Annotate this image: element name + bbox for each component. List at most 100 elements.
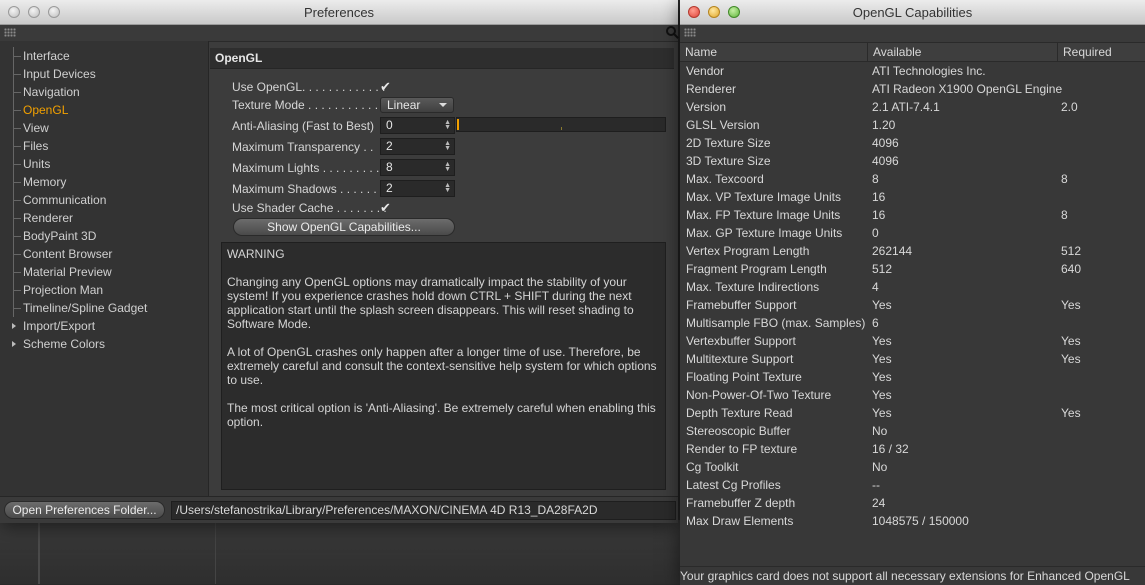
cell-name: Framebuffer Z depth (686, 496, 796, 510)
sidebar-item-communication[interactable]: Communication (0, 191, 208, 209)
prefs-path-field[interactable]: /Users/stefanostrika/Library/Preferences… (171, 501, 676, 520)
table-row: GLSL Version 1.20 (680, 116, 1145, 134)
table-row: Version 2.1 ATI-7.4.1 2.0 (680, 98, 1145, 116)
sidebar-item-view[interactable]: View (0, 119, 208, 137)
panel-heading: OpenGL (210, 48, 674, 69)
cell-required: Yes (1061, 334, 1081, 348)
expand-arrow-icon[interactable] (12, 341, 16, 347)
cell-available: No (872, 424, 888, 438)
cell-available: 4096 (872, 154, 899, 168)
sidebar-item-navigation[interactable]: Navigation (0, 83, 208, 101)
cell-available: Yes (872, 406, 892, 420)
cell-name: Floating Point Texture (686, 370, 802, 384)
max-transparency-field[interactable]: 2 ▲ ▼ (380, 138, 455, 155)
cell-available: 4 (872, 280, 879, 294)
anti-aliasing-field[interactable]: 0 ▲ ▼ (380, 117, 455, 134)
cell-available: 16 / 32 (872, 442, 909, 456)
cell-required: Yes (1061, 298, 1081, 312)
stepper-arrows-icon[interactable]: ▲ ▼ (444, 182, 451, 194)
viewport-grid-line (215, 520, 216, 584)
table-row: Max. VP Texture Image Units 16 (680, 188, 1145, 206)
use-opengl-checkbox[interactable]: ✔ (380, 79, 391, 95)
sidebar-item-units[interactable]: Units (0, 155, 208, 173)
cell-available: 8 (872, 172, 879, 186)
search-icon[interactable] (666, 26, 676, 36)
stepper-arrows-icon[interactable]: ▲ ▼ (444, 119, 451, 131)
cell-name: Depth Texture Read (686, 406, 793, 420)
texture-mode-value: Linear (387, 98, 421, 112)
cell-available: 262144 (872, 244, 913, 258)
sidebar-item-content-browser[interactable]: Content Browser (0, 245, 208, 263)
cell-name: Vertexbuffer Support (686, 334, 796, 348)
cell-name: 2D Texture Size (686, 136, 771, 150)
cell-name: Max. FP Texture Image Units (686, 208, 841, 222)
column-header-available[interactable]: Available (868, 43, 1058, 61)
open-prefs-folder-button[interactable]: Open Preferences Folder... (4, 501, 165, 519)
sidebar-item-projection-man[interactable]: Projection Man (0, 281, 208, 299)
max-lights-value: 8 (386, 160, 393, 174)
cell-available: Yes (872, 298, 892, 312)
capabilities-titlebar[interactable]: OpenGL Capabilities (680, 0, 1145, 25)
use-opengl-label: Use OpenGL. . . . . . . . . . . . . (232, 80, 386, 94)
cell-available: 1.20 (872, 118, 896, 132)
shader-cache-checkbox[interactable]: ✔ (380, 200, 391, 216)
preferences-titlebar[interactable]: Preferences (0, 0, 678, 25)
sidebar-item-renderer[interactable]: Renderer (0, 209, 208, 227)
cell-name: Max. GP Texture Image Units (686, 226, 843, 240)
warning-box: WARNING Changing any OpenGL options may … (221, 242, 666, 490)
table-row: Vertex Program Length 262144 512 (680, 242, 1145, 260)
anti-aliasing-label: Anti-Aliasing (Fast to Best) (232, 119, 375, 133)
slider-handle[interactable] (457, 119, 459, 130)
cell-available: 512 (872, 262, 893, 276)
table-row: Stereoscopic Buffer No (680, 422, 1145, 440)
max-lights-field[interactable]: 8 ▲ ▼ (380, 159, 455, 176)
sidebar-item-memory[interactable]: Memory (0, 173, 208, 191)
stepper-arrows-icon[interactable]: ▲ ▼ (444, 140, 451, 152)
table-row: Fragment Program Length 512 640 (680, 260, 1145, 278)
table-row: 2D Texture Size 4096 (680, 134, 1145, 152)
cell-name: 3D Texture Size (686, 154, 771, 168)
sidebar-item-bodypaint[interactable]: BodyPaint 3D (0, 227, 208, 245)
show-capabilities-button[interactable]: Show OpenGL Capabilities... (233, 218, 455, 236)
sidebar-item-interface[interactable]: Interface (0, 47, 208, 65)
warning-title: WARNING (227, 247, 285, 261)
grip-icon[interactable] (4, 28, 16, 37)
sidebar-item-opengl[interactable]: OpenGL (0, 101, 208, 119)
table-row: Vertexbuffer Support Yes Yes (680, 332, 1145, 350)
max-lights-label: Maximum Lights . . . . . . . . . (232, 161, 380, 175)
texture-mode-dropdown[interactable]: Linear (380, 97, 454, 113)
preferences-window: Preferences Interface Input Devices Navi… (0, 0, 678, 523)
max-shadows-field[interactable]: 2 ▲ ▼ (380, 180, 455, 197)
table-row: Floating Point Texture Yes (680, 368, 1145, 386)
expand-arrow-icon[interactable] (12, 323, 16, 329)
stepper-arrows-icon[interactable]: ▲ ▼ (444, 161, 451, 173)
table-row: Cg Toolkit No (680, 458, 1145, 476)
capabilities-table-body: Vendor ATI Technologies Inc. Renderer ATI … (680, 62, 1145, 530)
texture-mode-label: Texture Mode . . . . . . . . . . . (232, 98, 379, 112)
table-row: Max. Texture Indirections 4 (680, 278, 1145, 296)
table-row: Framebuffer Z depth 24 (680, 494, 1145, 512)
slider-tick (561, 127, 562, 130)
column-header-name[interactable]: Name (680, 43, 868, 61)
cell-available: 16 (872, 208, 886, 222)
cell-available: -- (872, 478, 880, 492)
sidebar-item-input-devices[interactable]: Input Devices (0, 65, 208, 83)
cell-available: 2.1 ATI-7.4.1 (872, 100, 940, 114)
cell-name: Max Draw Elements (686, 514, 794, 528)
capabilities-table-header: Name Available Required (680, 43, 1145, 62)
cell-available: Yes (872, 388, 892, 402)
sidebar-item-import-export[interactable]: Import/Export (0, 317, 208, 335)
preferences-bottom-bar: Open Preferences Folder... /Users/stefan… (0, 496, 678, 523)
table-row: Render to FP texture 16 / 32 (680, 440, 1145, 458)
sidebar-item-timeline[interactable]: Timeline/Spline Gadget (0, 299, 208, 317)
table-row: Max Draw Elements 1048575 / 150000 (680, 512, 1145, 530)
sidebar-item-material-preview[interactable]: Material Preview (0, 263, 208, 281)
column-header-required[interactable]: Required (1058, 43, 1145, 61)
sidebar-item-scheme-colors[interactable]: Scheme Colors (0, 335, 208, 353)
sidebar-item-files[interactable]: Files (0, 137, 208, 155)
cell-required: 8 (1061, 208, 1068, 222)
cell-required: 8 (1061, 172, 1068, 186)
anti-aliasing-slider[interactable] (456, 117, 666, 132)
warning-paragraph-1: Changing any OpenGL options may dramatic… (227, 275, 634, 331)
grip-icon[interactable] (684, 28, 696, 37)
